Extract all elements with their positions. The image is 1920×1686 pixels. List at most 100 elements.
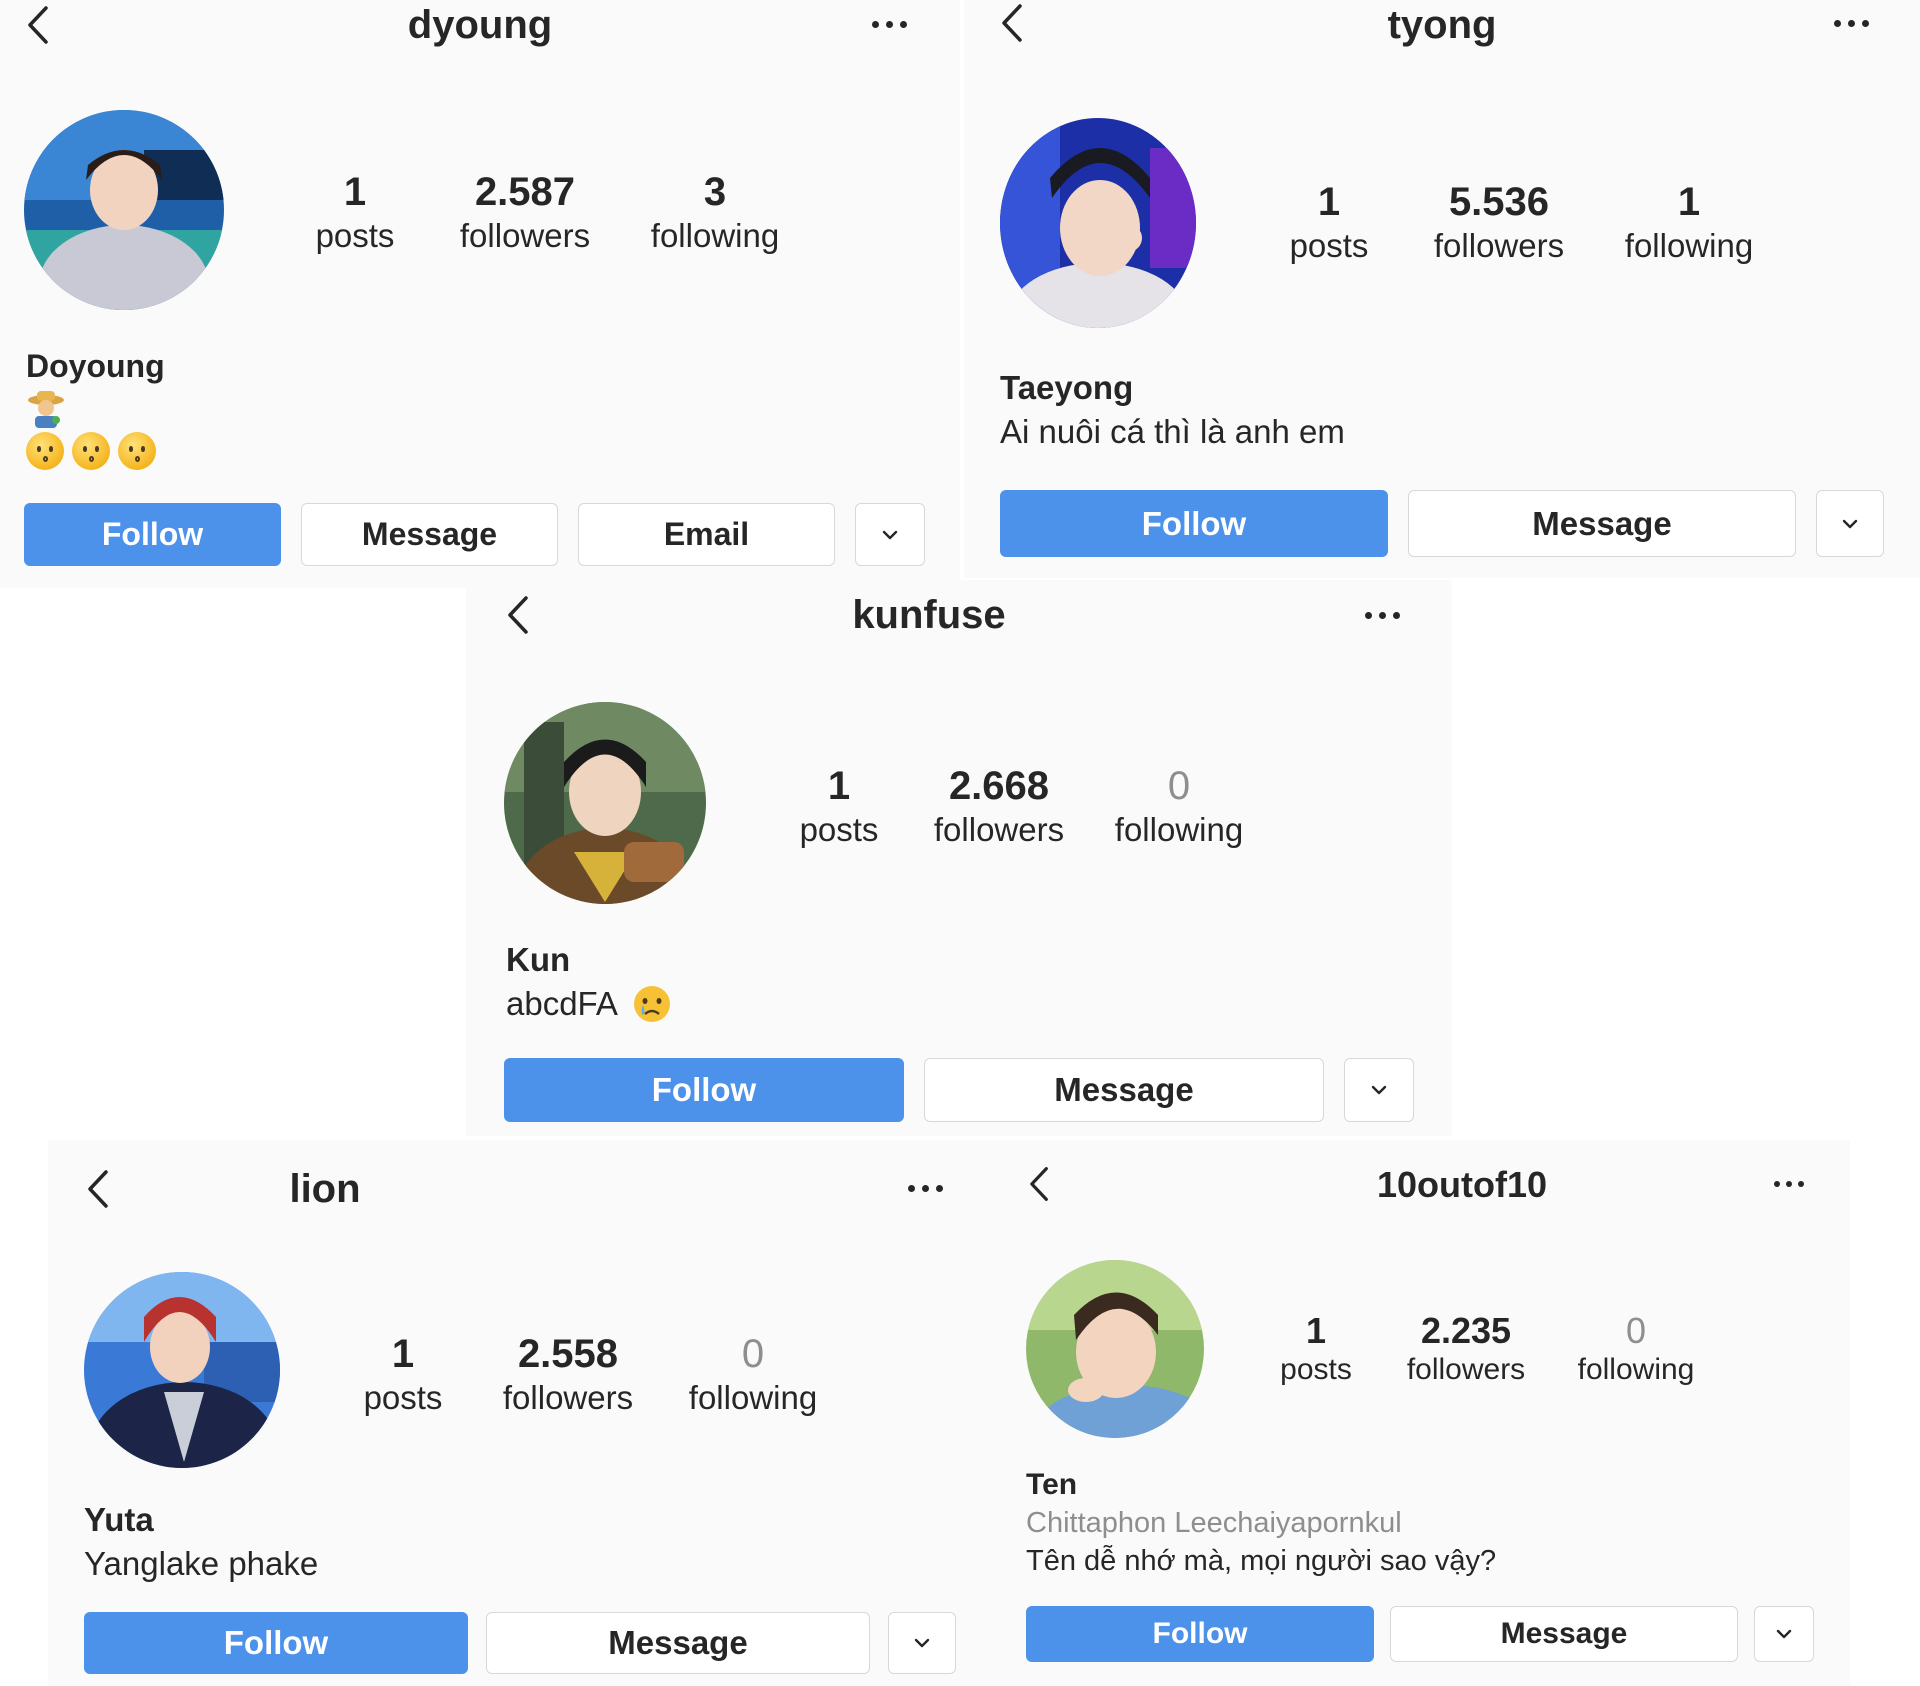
bio-text: Tên dễ nhớ mà, mọi người sao vậy? [1026, 1545, 1497, 1577]
stat-value: 1 [343, 170, 367, 214]
action-buttons: Follow Message Email [24, 503, 925, 566]
profile-stats: 1 posts 2.668 followers 0 following [784, 762, 1254, 850]
stat-label: followers [502, 1379, 634, 1416]
stat-followers[interactable]: 2.587 followers [450, 168, 600, 256]
stat-label: following [1577, 1353, 1695, 1386]
profile-bio: Taeyong Ai nuôi cá thì là anh em [1000, 366, 1345, 454]
stat-following[interactable]: 0 following [1104, 762, 1254, 850]
avatar-photo [84, 1272, 280, 1468]
stat-posts[interactable]: 1 posts [1266, 1310, 1366, 1388]
avatar-photo [1000, 118, 1196, 328]
avatar-photo [24, 110, 224, 310]
follow-button[interactable]: Follow [1000, 490, 1388, 557]
stat-label: followers [1433, 227, 1565, 264]
crying-face-emoji [633, 986, 670, 1022]
action-buttons: Follow Message [1026, 1606, 1814, 1662]
profile-username: tyong [1387, 3, 1497, 47]
bio-line: abcdFA [506, 982, 672, 1026]
profile-bio: Ten Chittaphon Leechaiyapornkul Tên dễ n… [1026, 1466, 1496, 1580]
stat-following[interactable]: 0 following [678, 1330, 828, 1418]
avatar[interactable] [84, 1272, 280, 1468]
suggestions-dropdown-button[interactable] [855, 503, 925, 566]
message-button[interactable]: Message [924, 1058, 1324, 1122]
action-buttons: Follow Message [1000, 490, 1884, 557]
stat-value: 0 [1167, 764, 1191, 808]
stat-label: posts [1280, 1353, 1352, 1386]
suggestions-dropdown-button[interactable] [1754, 1606, 1814, 1662]
stat-value: 1 [391, 1332, 415, 1376]
profile-panel-dyoung: dyoung 1 posts 2.587 followers 3 followi… [0, 0, 960, 588]
stat-value: 2.668 [948, 764, 1050, 808]
chevron-down-icon [1842, 519, 1858, 528]
stat-label: posts [315, 217, 395, 254]
action-buttons: Follow Message [504, 1058, 1414, 1122]
message-button[interactable]: Message [486, 1612, 870, 1674]
follow-button[interactable]: Follow [1026, 1606, 1374, 1662]
bio-text: abcdFA [506, 985, 618, 1022]
emoji-row [26, 432, 165, 470]
stat-value: 3 [703, 170, 727, 214]
chevron-down-icon [914, 1638, 930, 1648]
message-button[interactable]: Message [1390, 1606, 1738, 1662]
stat-label: followers [933, 811, 1065, 848]
stat-value: 5.536 [1448, 180, 1550, 224]
more-options-icon[interactable] [1834, 13, 1869, 33]
more-options-icon[interactable] [1365, 605, 1400, 625]
display-name: Kun [506, 941, 571, 978]
stat-value: 0 [1625, 1310, 1647, 1351]
follow-button[interactable]: Follow [504, 1058, 904, 1122]
profile-stats: 1 posts 2.587 followers 3 following [300, 168, 790, 256]
profile-panel-kunfuse: kunfuse 1 posts 2.668 followers 0 follow… [466, 580, 1452, 1136]
stat-posts[interactable]: 1 posts [784, 762, 894, 850]
avatar[interactable] [24, 110, 224, 310]
stat-followers[interactable]: 5.536 followers [1424, 178, 1574, 266]
chevron-down-icon [882, 530, 898, 539]
profile-username: dyoung [407, 3, 553, 47]
message-button[interactable]: Message [1408, 490, 1796, 557]
avatar[interactable] [1026, 1260, 1204, 1438]
avatar[interactable] [1000, 118, 1196, 328]
avatar[interactable] [504, 702, 706, 904]
profile-panel-tyong: tyong 1 posts 5.536 followers 1 followin… [964, 0, 1920, 578]
stat-label: followers [459, 217, 591, 254]
stat-value: 2.587 [474, 170, 576, 214]
chevron-down-icon [1776, 1629, 1792, 1639]
email-button[interactable]: Email [578, 503, 835, 566]
profile-username: lion [289, 1167, 361, 1211]
stat-following[interactable]: 0 following [1566, 1310, 1706, 1388]
stat-posts[interactable]: 1 posts [1274, 178, 1384, 266]
suggestions-dropdown-button[interactable] [888, 1612, 956, 1674]
stat-following[interactable]: 1 following [1614, 178, 1764, 266]
stat-value: 1 [1677, 180, 1701, 224]
profile-bio: Doyoung [26, 344, 165, 470]
bio-text: Yanglake phake [84, 1545, 319, 1582]
message-button[interactable]: Message [301, 503, 558, 566]
stat-followers[interactable]: 2.668 followers [924, 762, 1074, 850]
bio-text: Ai nuôi cá thì là anh em [1000, 413, 1345, 450]
stat-followers[interactable]: 2.235 followers [1396, 1310, 1536, 1388]
suggestions-dropdown-button[interactable] [1344, 1058, 1414, 1122]
profile-username: 10outof10 [1376, 1164, 1548, 1205]
more-options-icon[interactable] [872, 14, 907, 34]
stat-label: followers [1406, 1353, 1526, 1386]
profile-category: Chittaphon Leechaiyapornkul [1026, 1507, 1402, 1539]
profile-stats: 1 posts 2.235 followers 0 following [1266, 1310, 1706, 1388]
follow-button[interactable]: Follow [84, 1612, 468, 1674]
display-name: Yuta [84, 1501, 154, 1538]
more-options-icon[interactable] [1774, 1174, 1804, 1194]
stat-label: posts [1289, 227, 1369, 264]
stat-posts[interactable]: 1 posts [348, 1330, 458, 1418]
stat-label: following [1114, 811, 1244, 848]
stat-followers[interactable]: 2.558 followers [493, 1330, 643, 1418]
stat-value: 1 [1305, 1310, 1327, 1351]
follow-button[interactable]: Follow [24, 503, 281, 566]
stat-following[interactable]: 3 following [640, 168, 790, 256]
suggestions-dropdown-button[interactable] [1816, 490, 1884, 557]
stat-posts[interactable]: 1 posts [300, 168, 410, 256]
profile-bio: Yuta Yanglake phake [84, 1498, 318, 1586]
avatar-photo [504, 702, 706, 904]
stat-label: following [1624, 227, 1754, 264]
stat-value: 1 [827, 764, 851, 808]
stat-label: following [688, 1379, 818, 1416]
more-options-icon[interactable] [908, 1178, 943, 1198]
